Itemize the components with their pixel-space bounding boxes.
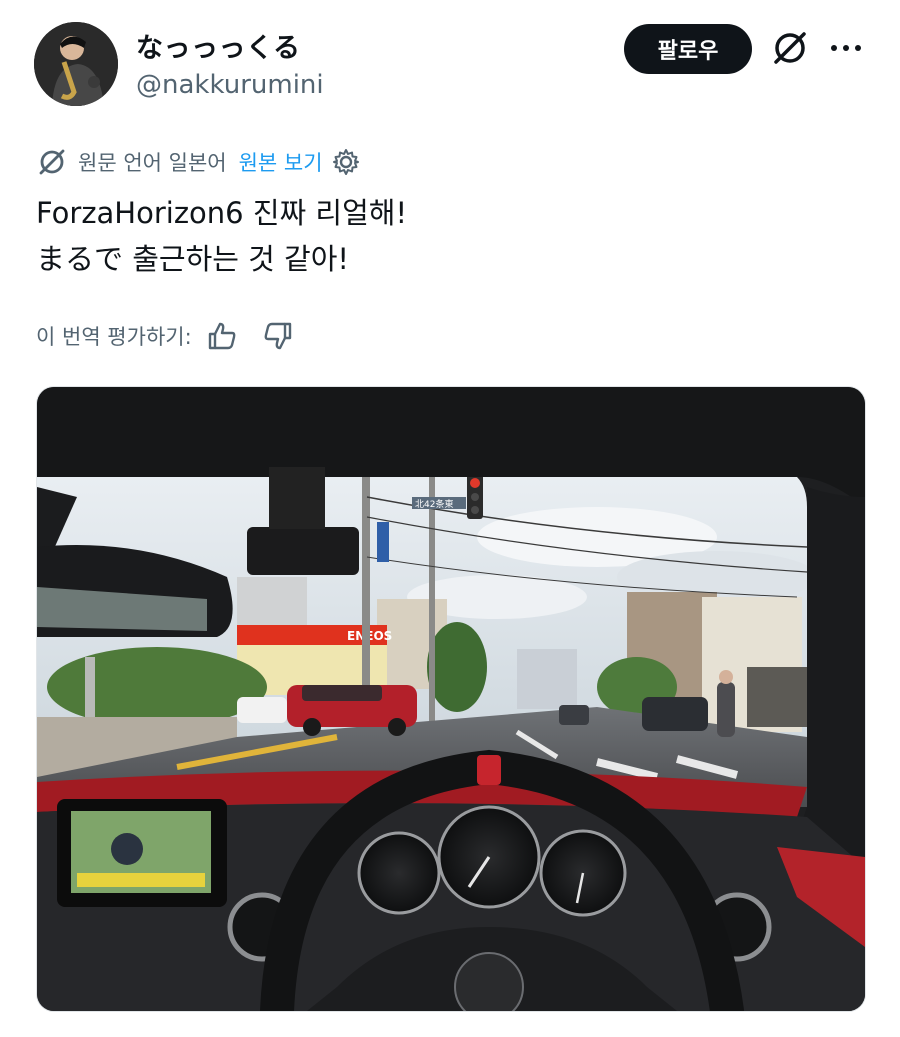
tweet-text: ForzaHorizon6 진짜 리얼해! まるで 출근하는 것 같아!: [36, 190, 866, 282]
thumbs-up-icon[interactable]: [206, 320, 238, 352]
street-sign: 北42条東: [415, 498, 453, 510]
rate-translation-label: 이 번역 평가하기:: [36, 325, 192, 349]
display-name[interactable]: なっっっくる: [136, 26, 300, 65]
translation-bar: 원문 언어 일본어 원본 보기: [36, 144, 361, 180]
follow-button[interactable]: 팔로우: [624, 24, 752, 74]
grok-translate-icon: [36, 146, 68, 178]
tweet-line: まるで 출근하는 것 같아!: [36, 242, 350, 276]
more-icon[interactable]: [828, 34, 864, 62]
rate-translation-bar: 이 번역 평가하기:: [36, 318, 294, 354]
gear-icon[interactable]: [331, 147, 361, 177]
avatar[interactable]: [34, 22, 118, 106]
car-interior-photo: ENEOS 北42条東: [37, 387, 865, 1011]
user-handle[interactable]: @nakkurumini: [136, 70, 324, 100]
tweet-photo[interactable]: ENEOS 北42条東: [36, 386, 866, 1012]
translation-source-label: 원문 언어 일본어: [78, 151, 227, 175]
thumbs-down-icon[interactable]: [262, 320, 294, 352]
tweet-line: ForzaHorizon6 진짜 리얼해!: [36, 196, 408, 230]
view-original-link[interactable]: 원본 보기: [239, 147, 323, 177]
grok-icon[interactable]: [770, 28, 810, 68]
tweet-header: なっっっくる @nakkurumini 팔로우: [0, 0, 900, 120]
